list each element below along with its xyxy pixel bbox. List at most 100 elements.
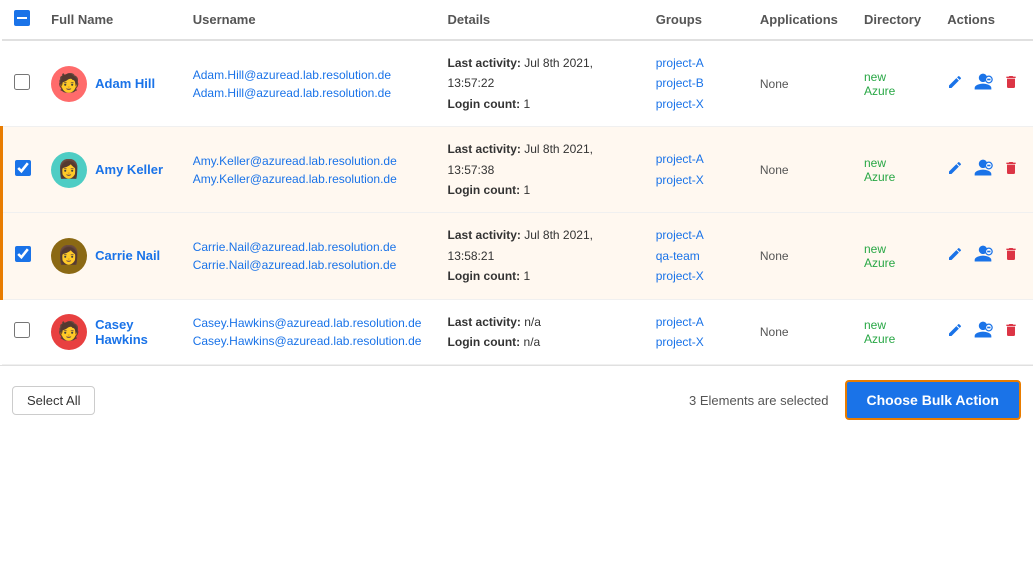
details-cell: Last activity: n/aLogin count: n/a bbox=[440, 299, 648, 365]
login-count-value: 1 bbox=[524, 183, 531, 197]
row-checkbox-cell bbox=[2, 213, 44, 299]
applications-cell: None bbox=[752, 299, 856, 365]
col-fullname-header: Full Name bbox=[43, 0, 185, 40]
col-applications-header: Applications bbox=[752, 0, 856, 40]
deselect-all-icon[interactable] bbox=[14, 10, 30, 26]
user-fullname[interactable]: Adam Hill bbox=[95, 76, 155, 91]
edit-icon[interactable] bbox=[947, 246, 963, 266]
groups-cell: project-Aproject-X bbox=[648, 299, 752, 365]
table-row: 👩 Carrie Nail Carrie.Nail@azuread.lab.reso… bbox=[2, 213, 1033, 299]
main-container: Full Name Username Details Groups Applic… bbox=[0, 0, 1033, 580]
groups-cell: project-Aqa-teamproject-X bbox=[648, 213, 752, 299]
directory-value: newAzure bbox=[864, 156, 895, 184]
login-count-value: 1 bbox=[524, 97, 531, 111]
group-item[interactable]: project-A bbox=[656, 312, 744, 332]
avatar: 🧑 bbox=[51, 66, 87, 102]
col-details-header: Details bbox=[440, 0, 648, 40]
col-actions-header: Actions bbox=[939, 0, 1033, 40]
users-table: Full Name Username Details Groups Applic… bbox=[0, 0, 1033, 365]
table-row: 🧑 Adam Hill Adam.Hill@azuread.lab.resoluti… bbox=[2, 40, 1033, 127]
username-secondary[interactable]: Adam.Hill@azuread.lab.resolution.de bbox=[193, 84, 432, 102]
group-item[interactable]: project-A bbox=[656, 53, 744, 73]
username-secondary[interactable]: Amy.Keller@azuread.lab.resolution.de bbox=[193, 170, 432, 188]
group-item[interactable]: project-X bbox=[656, 332, 744, 352]
user-remove-icon[interactable] bbox=[973, 320, 993, 344]
last-activity-label: Last activity: bbox=[448, 315, 525, 329]
elements-selected-text: 3 Elements are selected bbox=[689, 393, 828, 408]
user-fullname[interactable]: Casey Hawkins bbox=[95, 317, 177, 347]
group-item[interactable]: qa-team bbox=[656, 246, 744, 266]
actions-cell bbox=[939, 40, 1033, 127]
username-cell: Amy.Keller@azuread.lab.resolution.deAmy.… bbox=[185, 127, 440, 213]
username-primary[interactable]: Casey.Hawkins@azuread.lab.resolution.de bbox=[193, 314, 432, 332]
edit-icon[interactable] bbox=[947, 322, 963, 342]
user-fullname[interactable]: Amy Keller bbox=[95, 162, 163, 177]
last-activity-label: Last activity: bbox=[448, 142, 525, 156]
user-remove-icon[interactable] bbox=[973, 158, 993, 182]
login-count-label: Login count: bbox=[448, 183, 524, 197]
directory-value: newAzure bbox=[864, 70, 895, 98]
row-checkbox[interactable] bbox=[14, 74, 30, 90]
last-activity-label: Last activity: bbox=[448, 56, 525, 70]
row-checkbox-cell bbox=[2, 299, 44, 365]
applications-cell: None bbox=[752, 127, 856, 213]
group-item[interactable]: project-X bbox=[656, 94, 744, 114]
last-activity-value: n/a bbox=[524, 315, 541, 329]
delete-icon[interactable] bbox=[1003, 246, 1019, 266]
details-cell: Last activity: Jul 8th 2021, 13:57:38Log… bbox=[440, 127, 648, 213]
last-activity-label: Last activity: bbox=[448, 228, 525, 242]
login-count-label: Login count: bbox=[448, 97, 524, 111]
bulk-action-button[interactable]: Choose Bulk Action bbox=[845, 380, 1022, 420]
username-cell: Casey.Hawkins@azuread.lab.resolution.deC… bbox=[185, 299, 440, 365]
username-cell: Adam.Hill@azuread.lab.resolution.deAdam.… bbox=[185, 40, 440, 127]
row-checkbox[interactable] bbox=[15, 160, 31, 176]
directory-cell: newAzure bbox=[856, 127, 939, 213]
group-item[interactable]: project-B bbox=[656, 73, 744, 93]
login-count-label: Login count: bbox=[448, 335, 524, 349]
fullname-cell: 🧑Casey Hawkins bbox=[43, 299, 185, 365]
username-secondary[interactable]: Carrie.Nail@azuread.lab.resolution.de bbox=[193, 256, 432, 274]
directory-value: newAzure bbox=[864, 318, 895, 346]
login-count-value: 1 bbox=[524, 269, 531, 283]
row-checkbox[interactable] bbox=[14, 322, 30, 338]
user-remove-icon[interactable] bbox=[973, 72, 993, 96]
applications-cell: None bbox=[752, 213, 856, 299]
user-fullname[interactable]: Carrie Nail bbox=[95, 248, 160, 263]
username-primary[interactable]: Carrie.Nail@azuread.lab.resolution.de bbox=[193, 238, 432, 256]
row-checkbox-cell bbox=[2, 40, 44, 127]
details-cell: Last activity: Jul 8th 2021, 13:58:21Log… bbox=[440, 213, 648, 299]
username-cell: Carrie.Nail@azuread.lab.resolution.deCar… bbox=[185, 213, 440, 299]
username-primary[interactable]: Adam.Hill@azuread.lab.resolution.de bbox=[193, 66, 432, 84]
group-item[interactable]: project-X bbox=[656, 266, 744, 286]
group-item[interactable]: project-X bbox=[656, 170, 744, 190]
col-username-header: Username bbox=[185, 0, 440, 40]
avatar: 👩 bbox=[51, 238, 87, 274]
avatar: 👩 bbox=[51, 152, 87, 188]
row-checkbox-cell bbox=[2, 127, 44, 213]
delete-icon[interactable] bbox=[1003, 322, 1019, 342]
col-directory-header: Directory bbox=[856, 0, 939, 40]
col-groups-header: Groups bbox=[648, 0, 752, 40]
actions-cell bbox=[939, 213, 1033, 299]
login-count-label: Login count: bbox=[448, 269, 524, 283]
select-all-button[interactable]: Select All bbox=[12, 386, 95, 415]
actions-cell bbox=[939, 127, 1033, 213]
actions-cell bbox=[939, 299, 1033, 365]
edit-icon[interactable] bbox=[947, 160, 963, 180]
directory-cell: newAzure bbox=[856, 299, 939, 365]
username-primary[interactable]: Amy.Keller@azuread.lab.resolution.de bbox=[193, 152, 432, 170]
username-secondary[interactable]: Casey.Hawkins@azuread.lab.resolution.de bbox=[193, 332, 432, 350]
directory-value: newAzure bbox=[864, 242, 895, 270]
table-row: 👩 Amy Keller Amy.Keller@azuread.lab.resolu… bbox=[2, 127, 1033, 213]
group-item[interactable]: project-A bbox=[656, 225, 744, 245]
fullname-cell: 🧑 Adam Hill bbox=[43, 40, 185, 127]
group-item[interactable]: project-A bbox=[656, 149, 744, 169]
row-checkbox[interactable] bbox=[15, 246, 31, 262]
delete-icon[interactable] bbox=[1003, 74, 1019, 94]
user-remove-icon[interactable] bbox=[973, 244, 993, 268]
directory-cell: newAzure bbox=[856, 40, 939, 127]
edit-icon[interactable] bbox=[947, 74, 963, 94]
footer-right: 3 Elements are selected Choose Bulk Acti… bbox=[689, 380, 1021, 420]
applications-cell: None bbox=[752, 40, 856, 127]
delete-icon[interactable] bbox=[1003, 160, 1019, 180]
